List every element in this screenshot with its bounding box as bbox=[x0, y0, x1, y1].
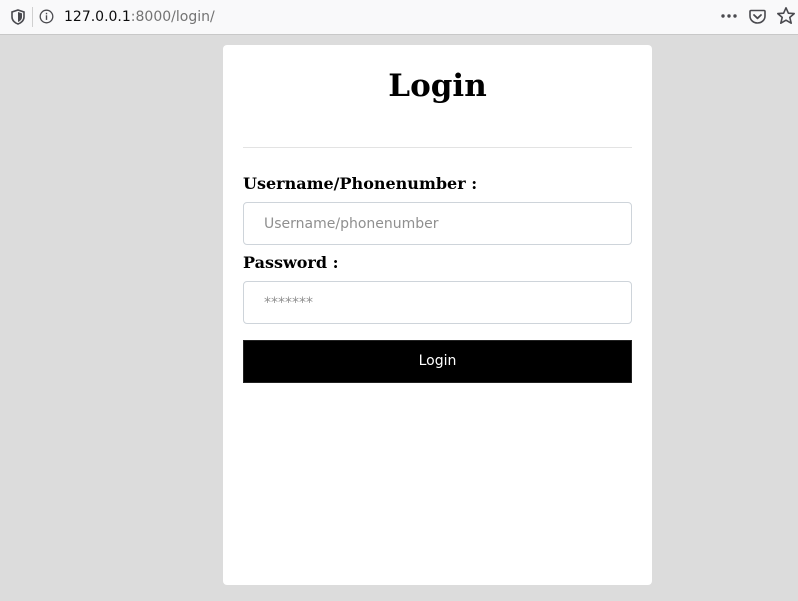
title-divider bbox=[243, 147, 632, 148]
password-input[interactable] bbox=[243, 281, 632, 324]
browser-address-bar: 127.0.0.1:8000/login/ bbox=[0, 0, 798, 35]
url-path: :8000/login/ bbox=[130, 9, 215, 25]
info-icon[interactable] bbox=[39, 9, 54, 24]
shield-icon[interactable] bbox=[11, 9, 25, 25]
login-card: Login Username/Phonenumber : Password : … bbox=[223, 45, 652, 585]
more-icon[interactable] bbox=[720, 10, 738, 26]
pocket-icon[interactable] bbox=[749, 8, 766, 25]
star-icon[interactable] bbox=[776, 6, 796, 26]
page-title: Login bbox=[388, 68, 487, 104]
urlbar-separator bbox=[32, 7, 33, 27]
url-text[interactable]: 127.0.0.1:8000/login/ bbox=[64, 8, 215, 26]
password-label: Password : bbox=[243, 253, 339, 272]
username-input[interactable] bbox=[243, 202, 632, 245]
url-host: 127.0.0.1 bbox=[64, 9, 131, 25]
login-button[interactable]: Login bbox=[243, 340, 632, 383]
username-label: Username/Phonenumber : bbox=[243, 174, 478, 193]
